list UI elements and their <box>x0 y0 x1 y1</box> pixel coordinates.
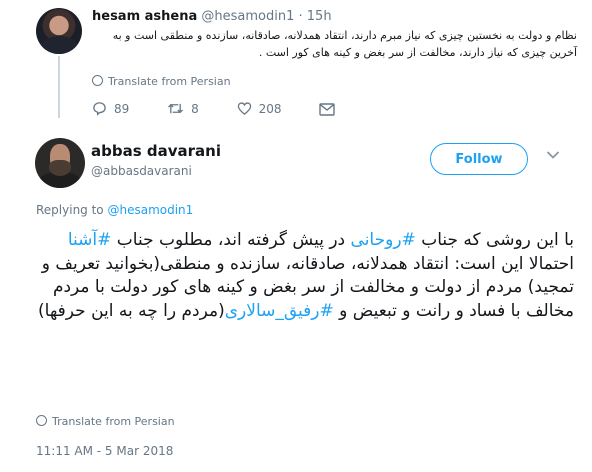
author-name[interactable]: hesam ashena <box>92 9 197 24</box>
hashtag-link[interactable]: #روحانی <box>351 230 416 250</box>
tweet-text: با این روشی که جناب #روحانی در پیش گرفته… <box>36 229 574 323</box>
chevron-down-icon[interactable] <box>546 150 560 160</box>
author-name[interactable]: abbas davarani <box>91 142 221 160</box>
replying-to: Replying to @hesamodin1 <box>36 203 193 217</box>
like-count: 208 <box>258 102 282 116</box>
translate-link[interactable]: Translate from Persian <box>36 415 175 428</box>
text-segment: (مردم را چه به این حرفها) <box>38 300 225 321</box>
translate-label: Translate from Persian <box>108 75 231 88</box>
tweet-timestamp[interactable]: 11:11 AM - 5 Mar 2018 <box>36 444 173 458</box>
envelope-icon <box>319 103 336 116</box>
avatar-beard <box>49 160 71 176</box>
parent-tweet-header: hesam ashena @hesamodin1 · 15h <box>92 9 332 24</box>
text-segment: با این روشی که جناب <box>415 230 574 250</box>
globe-icon <box>92 75 103 86</box>
author-handle[interactable]: @abbasdavarani <box>91 164 192 178</box>
reply-icon <box>93 102 106 116</box>
parent-tweet[interactable]: hesam ashena @hesamodin1 · 15h نظام و دو… <box>0 0 592 126</box>
retweet-icon <box>168 103 184 114</box>
reply-count: 89 <box>114 102 130 116</box>
tweet-actions: 89 8 208 <box>92 101 376 116</box>
replying-prefix: Replying to <box>36 203 104 217</box>
retweet-button[interactable]: 8 <box>167 101 199 116</box>
replying-handle-link[interactable]: @hesamodin1 <box>107 203 193 217</box>
author-handle[interactable]: @hesamodin1 · 15h <box>201 9 331 24</box>
main-tweet: abbas davarani @abbasdavarani Follow Rep… <box>0 126 592 472</box>
translate-label: Translate from Persian <box>52 415 175 428</box>
hashtag-link[interactable]: #رفیق_سالاری <box>225 301 334 321</box>
heart-icon <box>237 102 251 115</box>
dm-button[interactable] <box>319 102 342 116</box>
translate-link[interactable]: Translate from Persian <box>92 75 231 88</box>
like-button[interactable]: 208 <box>237 101 282 116</box>
avatar[interactable] <box>36 8 82 54</box>
reply-button[interactable]: 89 <box>92 101 129 116</box>
text-segment: در پیش گرفته اند، مطلوب جناب <box>111 230 351 250</box>
globe-icon <box>36 415 47 426</box>
avatar[interactable] <box>35 138 85 188</box>
hashtag-link[interactable]: #آشنا <box>68 230 112 250</box>
tweet-text: نظام و دولت به نخستین چیزی که نیاز مبرم … <box>112 29 577 59</box>
follow-button[interactable]: Follow <box>430 143 528 175</box>
thread-connector <box>58 56 60 118</box>
retweet-count: 8 <box>191 102 199 116</box>
